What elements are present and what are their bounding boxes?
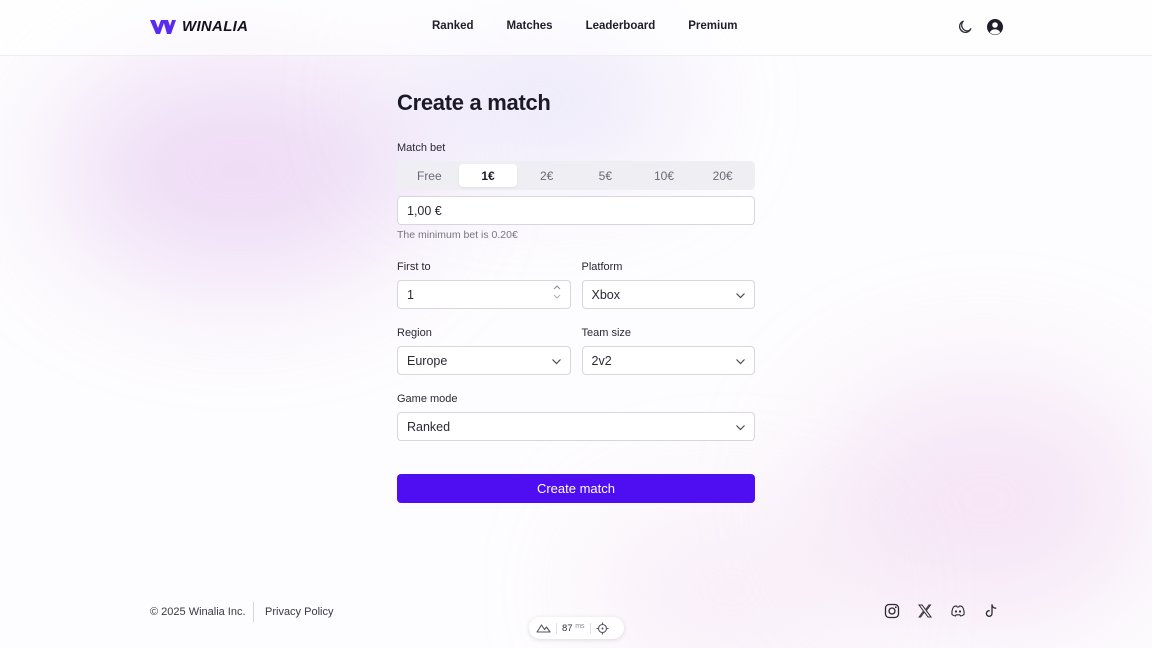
bet-option-10[interactable]: 10€ — [635, 164, 694, 187]
social-links — [884, 603, 999, 619]
chevron-up-icon[interactable] — [553, 285, 561, 290]
latency-unit: ms — [575, 622, 585, 630]
chevron-down-icon — [736, 425, 745, 431]
team-size-value: 2v2 — [591, 353, 612, 368]
region-value: Europe — [407, 353, 448, 368]
platform-select[interactable]: Xbox — [581, 280, 755, 309]
copyright: © 2025 Winalia Inc. — [150, 606, 246, 618]
tiktok-icon[interactable] — [983, 603, 999, 619]
first-to-value: 1 — [407, 287, 414, 302]
main-nav: Ranked Matches Leaderboard Premium — [432, 20, 770, 32]
footer-divider — [253, 602, 254, 622]
nav-matches[interactable]: Matches — [507, 20, 553, 32]
mountain-icon — [536, 624, 551, 633]
nav-leaderboard[interactable]: Leaderboard — [586, 20, 656, 32]
platform-label: Platform — [581, 261, 623, 273]
region-label: Region — [397, 327, 432, 339]
first-to-stepper[interactable] — [553, 285, 561, 299]
logo-text: WINALIA — [182, 18, 249, 35]
bet-option-5[interactable]: 5€ — [576, 164, 635, 187]
create-match-button[interactable]: Create match — [397, 474, 755, 503]
chevron-down-icon — [736, 293, 745, 299]
logo-icon — [150, 19, 176, 34]
bet-hint: The minimum bet is 0.20€ — [397, 229, 518, 241]
crosshair-icon[interactable] — [596, 622, 609, 635]
first-to-label: First to — [397, 261, 431, 273]
latency-readout: 87 ms — [562, 623, 585, 634]
nav-premium[interactable]: Premium — [688, 20, 737, 32]
bet-amount-input[interactable]: 1,00 € — [397, 196, 755, 225]
nav-ranked[interactable]: Ranked — [432, 20, 474, 32]
bet-option-2[interactable]: 2€ — [517, 164, 576, 187]
logo[interactable]: WINALIA — [150, 18, 248, 35]
network-status-widget[interactable]: 87 ms — [529, 617, 624, 639]
chevron-down-icon — [736, 359, 745, 365]
chevron-down-icon[interactable] — [553, 294, 561, 299]
top-navbar: WINALIA Ranked Matches Leaderboard Premi… — [0, 0, 1152, 56]
privacy-policy-link[interactable]: Privacy Policy — [265, 606, 333, 618]
team-size-select[interactable]: 2v2 — [581, 346, 755, 375]
x-icon[interactable] — [917, 603, 933, 619]
discord-icon[interactable] — [950, 603, 966, 619]
user-account-icon[interactable] — [986, 18, 1004, 36]
game-mode-select[interactable]: Ranked — [397, 412, 755, 441]
region-select[interactable]: Europe — [397, 346, 571, 375]
match-bet-label: Match bet — [397, 142, 446, 154]
page-title: Create a match — [397, 90, 551, 115]
instagram-icon[interactable] — [884, 603, 900, 619]
bet-selector: Free 1€ 2€ 5€ 10€ 20€ — [397, 161, 755, 190]
platform-value: Xbox — [591, 287, 621, 302]
team-size-label: Team size — [581, 327, 632, 339]
first-to-field[interactable]: 1 — [397, 280, 571, 309]
game-mode-value: Ranked — [407, 419, 451, 434]
bet-option-20[interactable]: 20€ — [693, 164, 752, 187]
moon-icon[interactable] — [956, 18, 974, 36]
bet-option-1[interactable]: 1€ — [458, 164, 518, 187]
chevron-down-icon — [551, 359, 561, 365]
latency-value: 87 — [562, 622, 573, 634]
game-mode-label: Game mode — [397, 393, 458, 405]
create-match-form: Create a match Match bet Free 1€ 2€ 5€ 1… — [397, 90, 755, 503]
bet-option-free[interactable]: Free — [400, 164, 459, 187]
